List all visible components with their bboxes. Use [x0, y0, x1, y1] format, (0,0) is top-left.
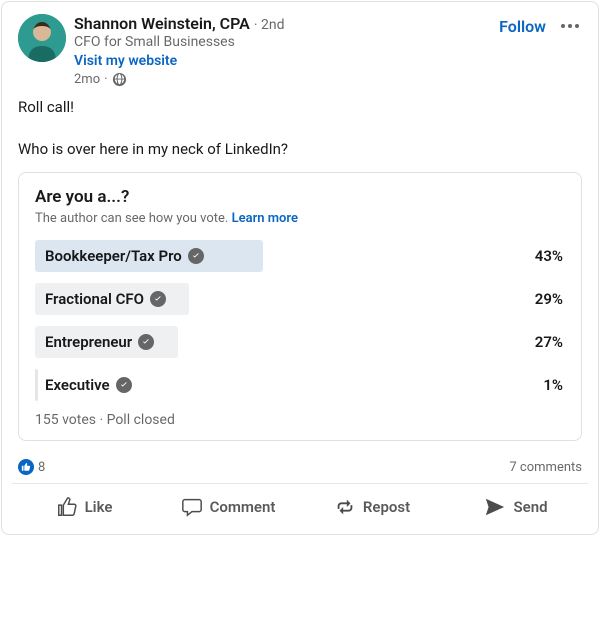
reaction-count[interactable]: 8 — [38, 460, 45, 475]
poll-option-label: Executive — [35, 376, 132, 394]
poll-subtext: The author can see how you vote. Learn m… — [35, 211, 565, 226]
follow-button[interactable]: Follow — [499, 17, 546, 36]
more-options-icon[interactable] — [558, 14, 582, 38]
check-icon — [138, 334, 154, 350]
poll-options: Bookkeeper/Tax Pro 43% Fractional CFO 29… — [35, 240, 565, 401]
post-time: 2mo — [74, 72, 100, 87]
poll-option[interactable]: Entrepreneur 27% — [35, 326, 565, 358]
poll-option-pct: 29% — [535, 290, 565, 308]
like-reaction-icon[interactable] — [18, 459, 34, 475]
repost-icon — [334, 496, 356, 518]
comment-icon — [181, 496, 203, 518]
poll-question: Are you a...? — [35, 187, 565, 207]
connection-degree: · 2nd — [254, 17, 285, 33]
poll-option[interactable]: Executive 1% — [35, 369, 565, 401]
poll-option-pct: 27% — [535, 333, 565, 351]
send-icon — [484, 496, 506, 518]
learn-more-link[interactable]: Learn more — [232, 211, 298, 226]
social-counts: 8 7 comments — [2, 453, 598, 479]
post-body: Roll call! Who is over here in my neck o… — [2, 87, 598, 168]
actions-bar: Like Comment Repost Send — [12, 483, 588, 534]
poll-option-label: Bookkeeper/Tax Pro — [35, 247, 204, 265]
check-icon — [150, 291, 166, 307]
poll-card: Are you a...? The author can see how you… — [18, 172, 582, 441]
author-headline: CFO for Small Businesses — [74, 33, 499, 51]
like-icon — [56, 496, 78, 518]
comments-count[interactable]: 7 comments — [509, 460, 582, 475]
repost-button[interactable]: Repost — [300, 486, 444, 528]
post-meta: 2mo · — [74, 72, 499, 87]
globe-icon — [112, 72, 127, 87]
poll-option-label: Entrepreneur — [35, 333, 154, 351]
post-header: Shannon Weinstein, CPA · 2nd CFO for Sma… — [2, 14, 598, 87]
comment-button[interactable]: Comment — [156, 486, 300, 528]
poll-option-pct: 43% — [535, 247, 565, 265]
author-avatar[interactable] — [18, 14, 66, 62]
website-link[interactable]: Visit my website — [74, 51, 499, 71]
author-info: Shannon Weinstein, CPA · 2nd CFO for Sma… — [74, 14, 499, 87]
poll-option-check — [116, 377, 132, 393]
poll-footer: 155 votes · Poll closed — [35, 412, 565, 428]
like-button[interactable]: Like — [12, 486, 156, 528]
poll-option[interactable]: Fractional CFO 29% — [35, 283, 565, 315]
check-icon — [188, 248, 204, 264]
post-card: Shannon Weinstein, CPA · 2nd CFO for Sma… — [1, 1, 599, 535]
poll-option-label: Fractional CFO — [35, 290, 166, 308]
poll-option[interactable]: Bookkeeper/Tax Pro 43% — [35, 240, 565, 272]
poll-option-pct: 1% — [543, 376, 565, 394]
author-name[interactable]: Shannon Weinstein, CPA — [74, 14, 250, 33]
send-button[interactable]: Send — [444, 486, 588, 528]
